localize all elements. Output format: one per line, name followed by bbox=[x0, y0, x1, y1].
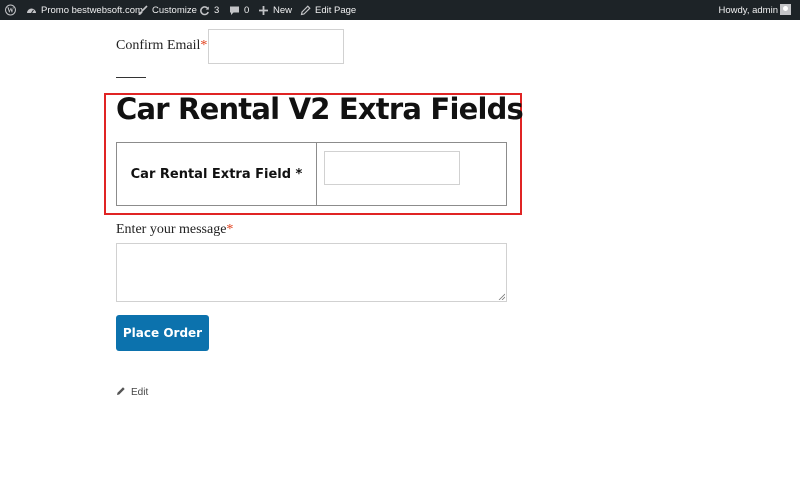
plus-icon bbox=[258, 5, 269, 16]
required-mark: * bbox=[226, 222, 234, 237]
section-title: Car Rental V2 Extra Fields bbox=[116, 92, 524, 126]
customize-link[interactable]: Customize bbox=[137, 0, 197, 20]
confirm-email-label: Confirm Email* bbox=[116, 38, 207, 54]
separator bbox=[116, 77, 146, 78]
place-order-button[interactable]: Place Order bbox=[116, 315, 209, 351]
required-mark: * bbox=[200, 38, 208, 53]
wordpress-logo-button[interactable]: W bbox=[0, 0, 20, 20]
new-label: New bbox=[273, 4, 293, 16]
avatar[interactable] bbox=[780, 4, 791, 15]
edit-label: Edit bbox=[131, 387, 149, 398]
paintbrush-icon bbox=[137, 4, 148, 16]
edit-page-link[interactable]: Edit Page bbox=[300, 0, 356, 20]
message-label-text: Enter your message bbox=[116, 222, 227, 237]
dashboard-icon bbox=[26, 5, 37, 16]
pencil-icon bbox=[300, 4, 311, 16]
confirm-email-field[interactable] bbox=[208, 29, 344, 64]
updates-count: 3 bbox=[214, 4, 220, 16]
updates-link[interactable]: 3 bbox=[199, 0, 219, 20]
new-content-link[interactable]: New bbox=[258, 0, 292, 20]
comments-count: 0 bbox=[244, 4, 250, 16]
message-textarea[interactable] bbox=[116, 243, 507, 302]
comment-bubble-icon bbox=[229, 5, 240, 16]
confirm-email-label-text: Confirm Email bbox=[116, 38, 201, 53]
resize-grip-icon[interactable] bbox=[498, 293, 505, 300]
refresh-icon bbox=[199, 5, 210, 16]
site-name-link[interactable]: Promo bestwebsoft.com bbox=[26, 0, 143, 20]
extra-fields-table: Car Rental Extra Field * bbox=[116, 142, 507, 206]
extra-field-label: Car Rental Extra Field * bbox=[117, 143, 317, 205]
site-name-label: Promo bestwebsoft.com bbox=[41, 4, 143, 16]
admin-bar: W Promo bestwebsoft.com Customize 3 0 Ne… bbox=[0, 0, 800, 20]
comments-link[interactable]: 0 bbox=[229, 0, 249, 20]
pencil-icon bbox=[116, 386, 126, 399]
message-label: Enter your message* bbox=[116, 222, 233, 238]
wordpress-logo-icon: W bbox=[4, 4, 16, 16]
svg-text:W: W bbox=[7, 7, 14, 14]
customize-label: Customize bbox=[152, 4, 197, 16]
greeting-label: Howdy, admin bbox=[718, 4, 779, 16]
extra-field-cell bbox=[317, 143, 506, 205]
car-rental-extra-field-input[interactable] bbox=[324, 151, 460, 185]
my-account-link[interactable]: Howdy, admin bbox=[719, 0, 779, 20]
edit-link[interactable]: Edit bbox=[116, 386, 148, 399]
edit-page-label: Edit Page bbox=[315, 4, 357, 16]
